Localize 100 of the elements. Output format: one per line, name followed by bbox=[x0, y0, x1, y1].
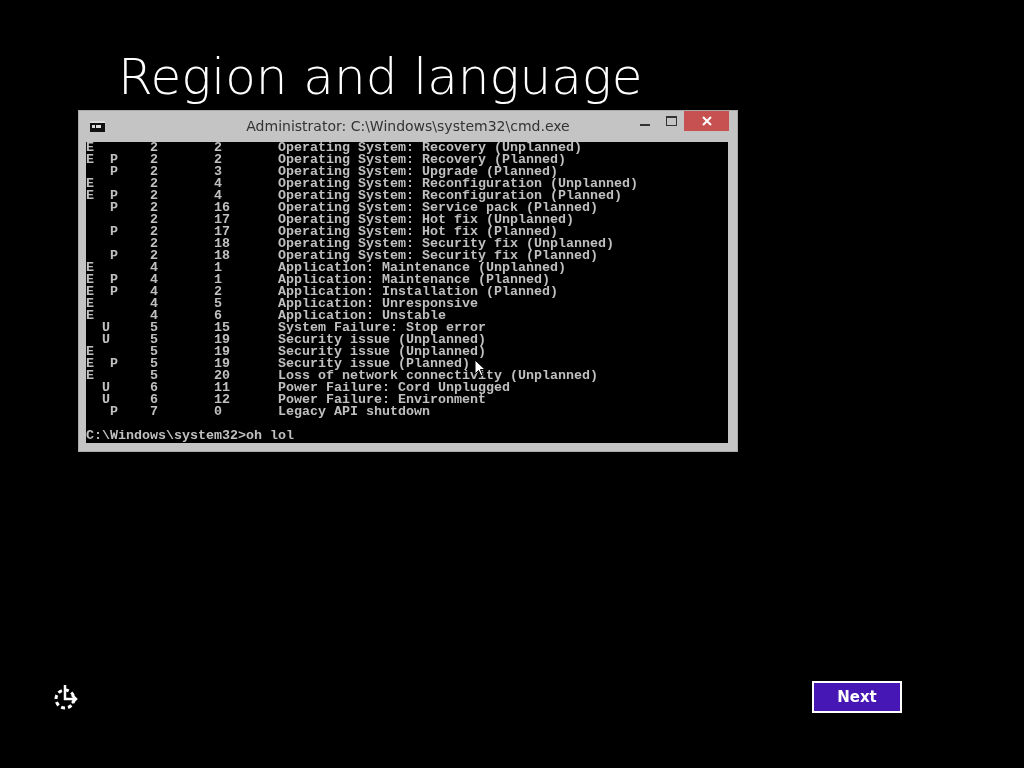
console-text: Application: Installation (Planned) bbox=[278, 286, 558, 298]
console-text: Security issue (Unplanned) bbox=[278, 334, 486, 346]
console-text: Application: Maintenance (Unplanned) bbox=[278, 262, 566, 274]
page-title: Region and language bbox=[117, 47, 643, 106]
flag-text: P bbox=[110, 358, 118, 370]
console-text: 4 bbox=[214, 178, 222, 190]
flag-text: P bbox=[110, 406, 118, 418]
console-text: 4 bbox=[150, 310, 158, 322]
console-text: 3 bbox=[214, 166, 222, 178]
console-text: 20 bbox=[214, 370, 230, 382]
console-text: Operating System: Recovery (Planned) bbox=[278, 154, 566, 166]
command-prompt: C:\Windows\system32>oh lol bbox=[86, 430, 295, 442]
console-text: 7 bbox=[150, 406, 158, 418]
console-text: Operating System: Hot fix (Unplanned) bbox=[278, 214, 574, 226]
console-text: Operating System: Security fix (Planned) bbox=[278, 250, 598, 262]
console-text: System Failure: Stop error bbox=[278, 322, 486, 334]
flag-text: E bbox=[86, 142, 94, 154]
console-text: 4 bbox=[150, 262, 158, 274]
console-text: 2 bbox=[150, 190, 158, 202]
console-text: 5 bbox=[150, 346, 158, 358]
console-text: Security issue (Unplanned) bbox=[278, 346, 486, 358]
console-text: Operating System: Service pack (Planned) bbox=[278, 202, 598, 214]
console-text: Legacy API shutdown bbox=[278, 406, 430, 418]
next-button[interactable]: Next bbox=[812, 681, 902, 713]
console-text: 5 bbox=[150, 358, 158, 370]
console-text: 1 bbox=[214, 262, 222, 274]
console-text: 12 bbox=[214, 394, 230, 406]
console-text: Operating System: Hot fix (Planned) bbox=[278, 226, 558, 238]
flag-text: E bbox=[86, 310, 94, 322]
console-text: Operating System: Security fix (Unplanned) bbox=[278, 238, 614, 250]
flag-text: P bbox=[110, 226, 118, 238]
console-text: 5 bbox=[150, 322, 158, 334]
flag-text: E bbox=[86, 154, 94, 166]
console-text: 2 bbox=[150, 226, 158, 238]
console-text: 11 bbox=[214, 382, 230, 394]
console-text: 2 bbox=[150, 154, 158, 166]
console-text: 2 bbox=[150, 202, 158, 214]
window-title: Administrator: C:\Windows\system32\cmd.exe bbox=[246, 118, 570, 134]
flag-text: U bbox=[102, 334, 110, 346]
console-text: 19 bbox=[214, 346, 230, 358]
maximize-icon bbox=[665, 116, 677, 126]
console-text: 1 bbox=[214, 274, 222, 286]
console-text: Power Failure: Cord Unplugged bbox=[278, 382, 510, 394]
flag-text: E bbox=[86, 286, 94, 298]
console-text: 19 bbox=[214, 334, 230, 346]
flag-text: E bbox=[86, 346, 94, 358]
console-text: 4 bbox=[150, 274, 158, 286]
flag-text: P bbox=[110, 250, 118, 262]
console-text: Application: Unresponsive bbox=[278, 298, 478, 310]
console-text: Power Failure: Environment bbox=[278, 394, 486, 406]
console-text: Operating System: Reconfiguration (Unplanned) bbox=[278, 178, 638, 190]
console-text: Loss of network connectivity (Unplanned) bbox=[278, 370, 598, 382]
console-text: Application: Unstable bbox=[278, 310, 446, 322]
console-text: 2 bbox=[214, 154, 222, 166]
console-text: Operating System: Recovery (Unplanned) bbox=[278, 142, 582, 154]
minimize-icon bbox=[640, 123, 650, 126]
console-text: Application: Maintenance (Planned) bbox=[278, 274, 550, 286]
flag-text: P bbox=[110, 286, 118, 298]
close-button[interactable] bbox=[684, 111, 729, 131]
console-text: 5 bbox=[150, 334, 158, 346]
flag-text: E bbox=[86, 298, 94, 310]
console-text: 18 bbox=[214, 238, 230, 250]
console-text: 2 bbox=[150, 178, 158, 190]
console-text: 17 bbox=[214, 214, 230, 226]
flag-text: P bbox=[110, 190, 118, 202]
flag-text: E bbox=[86, 262, 94, 274]
console-text: 6 bbox=[150, 382, 158, 394]
flag-text: E bbox=[86, 274, 94, 286]
flag-text: P bbox=[110, 154, 118, 166]
console-text: 4 bbox=[214, 190, 222, 202]
flag-text: P bbox=[110, 166, 118, 178]
flag-text: U bbox=[102, 394, 110, 406]
accessibility-icon[interactable] bbox=[52, 683, 80, 711]
console-text: 15 bbox=[214, 322, 230, 334]
console-text: 6 bbox=[214, 310, 222, 322]
console-text: 4 bbox=[150, 298, 158, 310]
console-text: 2 bbox=[150, 238, 158, 250]
console-text: 5 bbox=[150, 370, 158, 382]
console-text: 0 bbox=[214, 406, 222, 418]
close-icon bbox=[701, 116, 712, 126]
console-text: 2 bbox=[150, 142, 158, 154]
console-text: 16 bbox=[214, 202, 230, 214]
flag-text: P bbox=[110, 274, 118, 286]
console-text: 4 bbox=[150, 286, 158, 298]
flag-text: E bbox=[86, 178, 94, 190]
console-text: Operating System: Upgrade (Planned) bbox=[278, 166, 558, 178]
flag-text: U bbox=[102, 382, 110, 394]
flag-text: U bbox=[102, 322, 110, 334]
console-text: Security issue (Planned) bbox=[278, 358, 470, 370]
console-text: 6 bbox=[150, 394, 158, 406]
console-text: 19 bbox=[214, 358, 230, 370]
console-text: 2 bbox=[214, 142, 222, 154]
flag-text: E bbox=[86, 358, 94, 370]
flag-text: E bbox=[86, 370, 94, 382]
console-text: 2 bbox=[150, 214, 158, 226]
console-text: 2 bbox=[150, 250, 158, 262]
console-text: 5 bbox=[214, 298, 222, 310]
console-text: 2 bbox=[214, 286, 222, 298]
console-text: 2 bbox=[150, 166, 158, 178]
console-text: 17 bbox=[214, 226, 230, 238]
